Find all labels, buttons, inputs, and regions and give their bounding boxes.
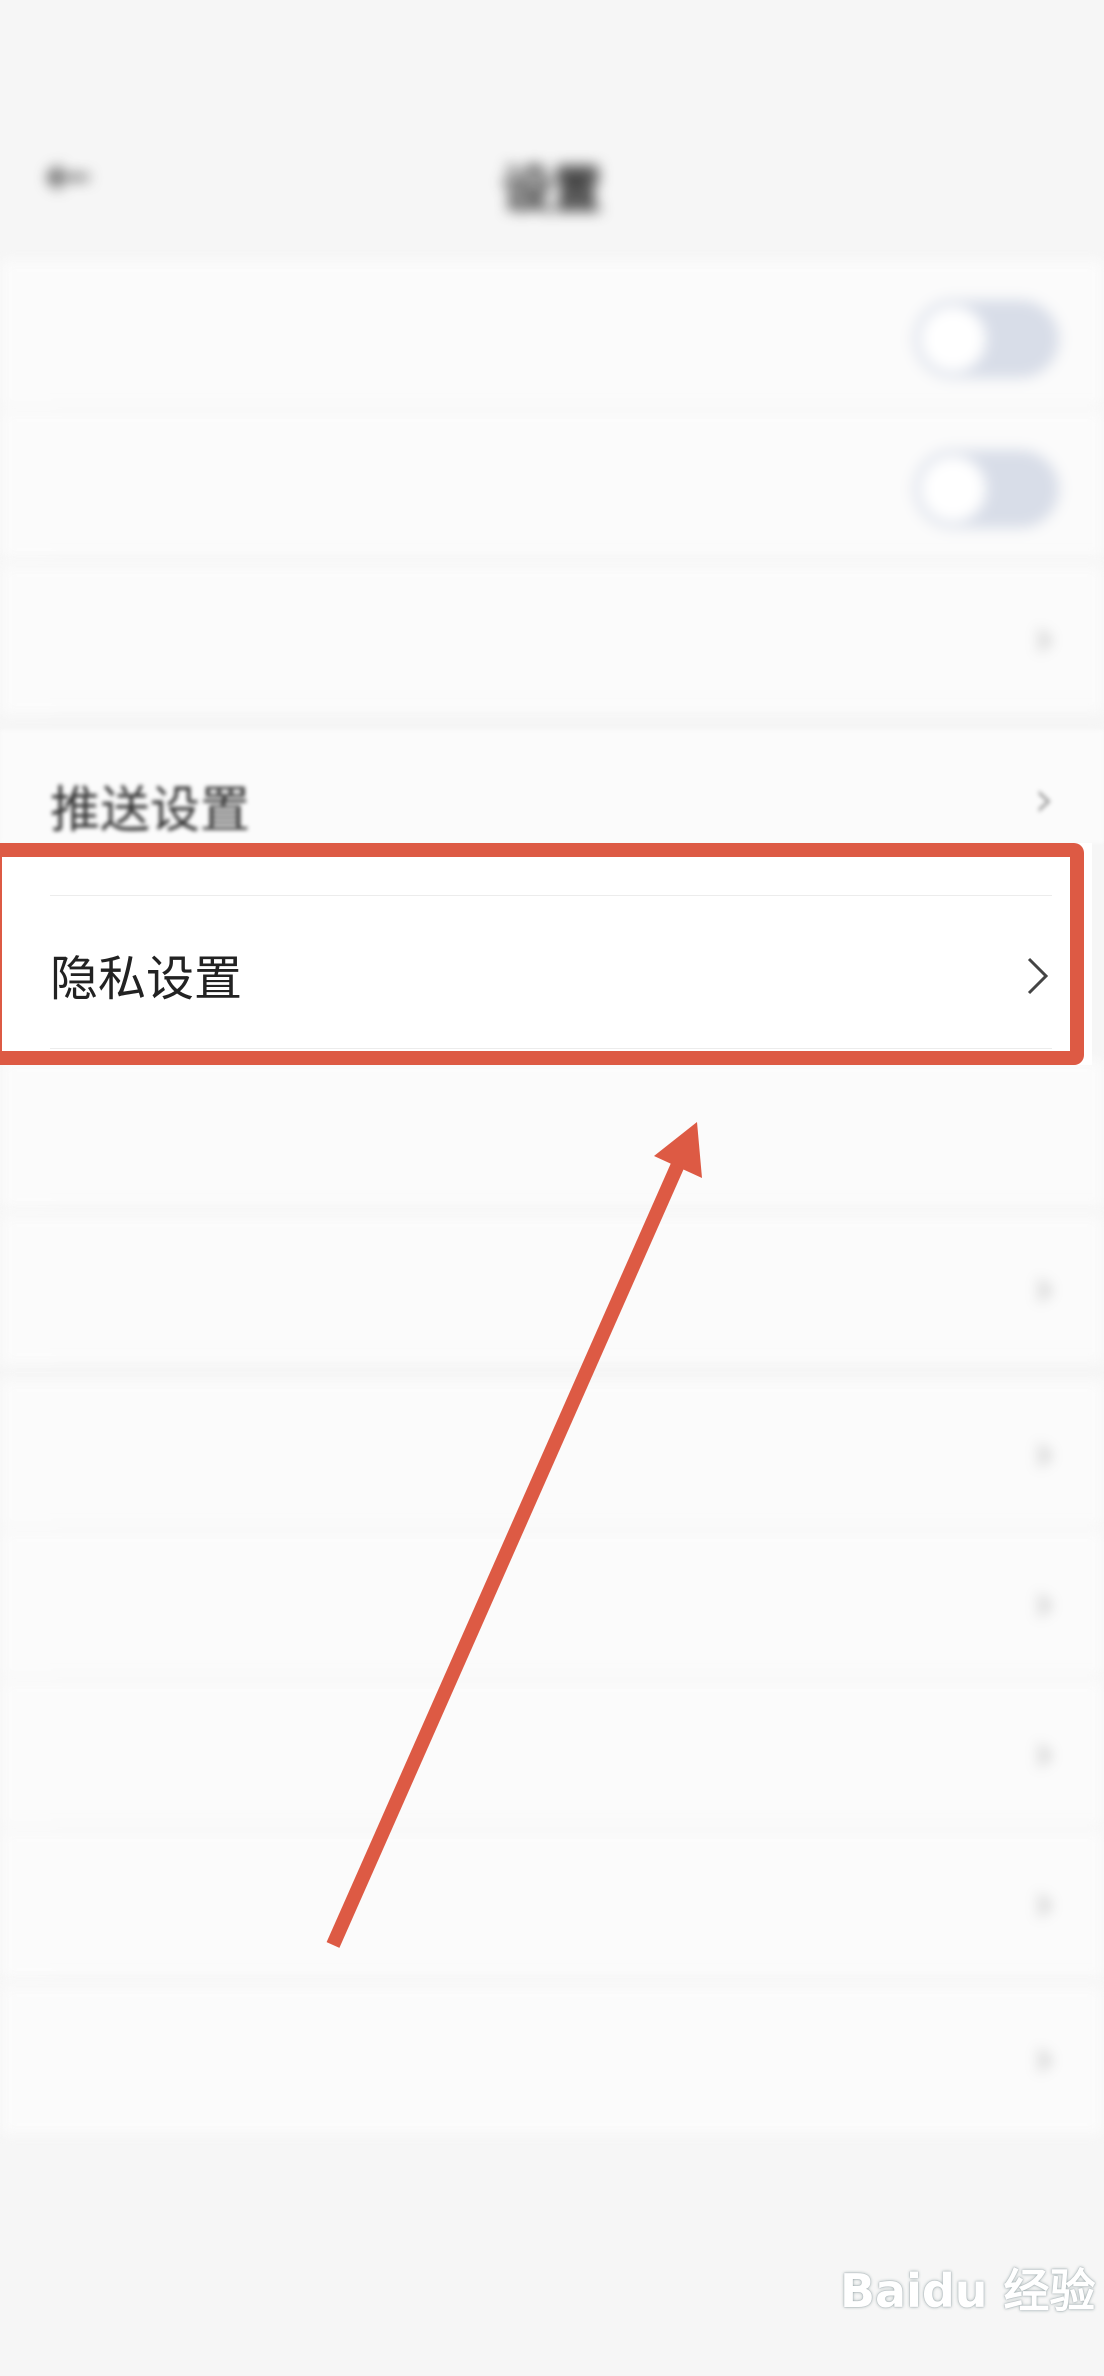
annotation-arrow [326,1122,702,1948]
watermark: Baidu 经验 [840,2264,1096,2318]
